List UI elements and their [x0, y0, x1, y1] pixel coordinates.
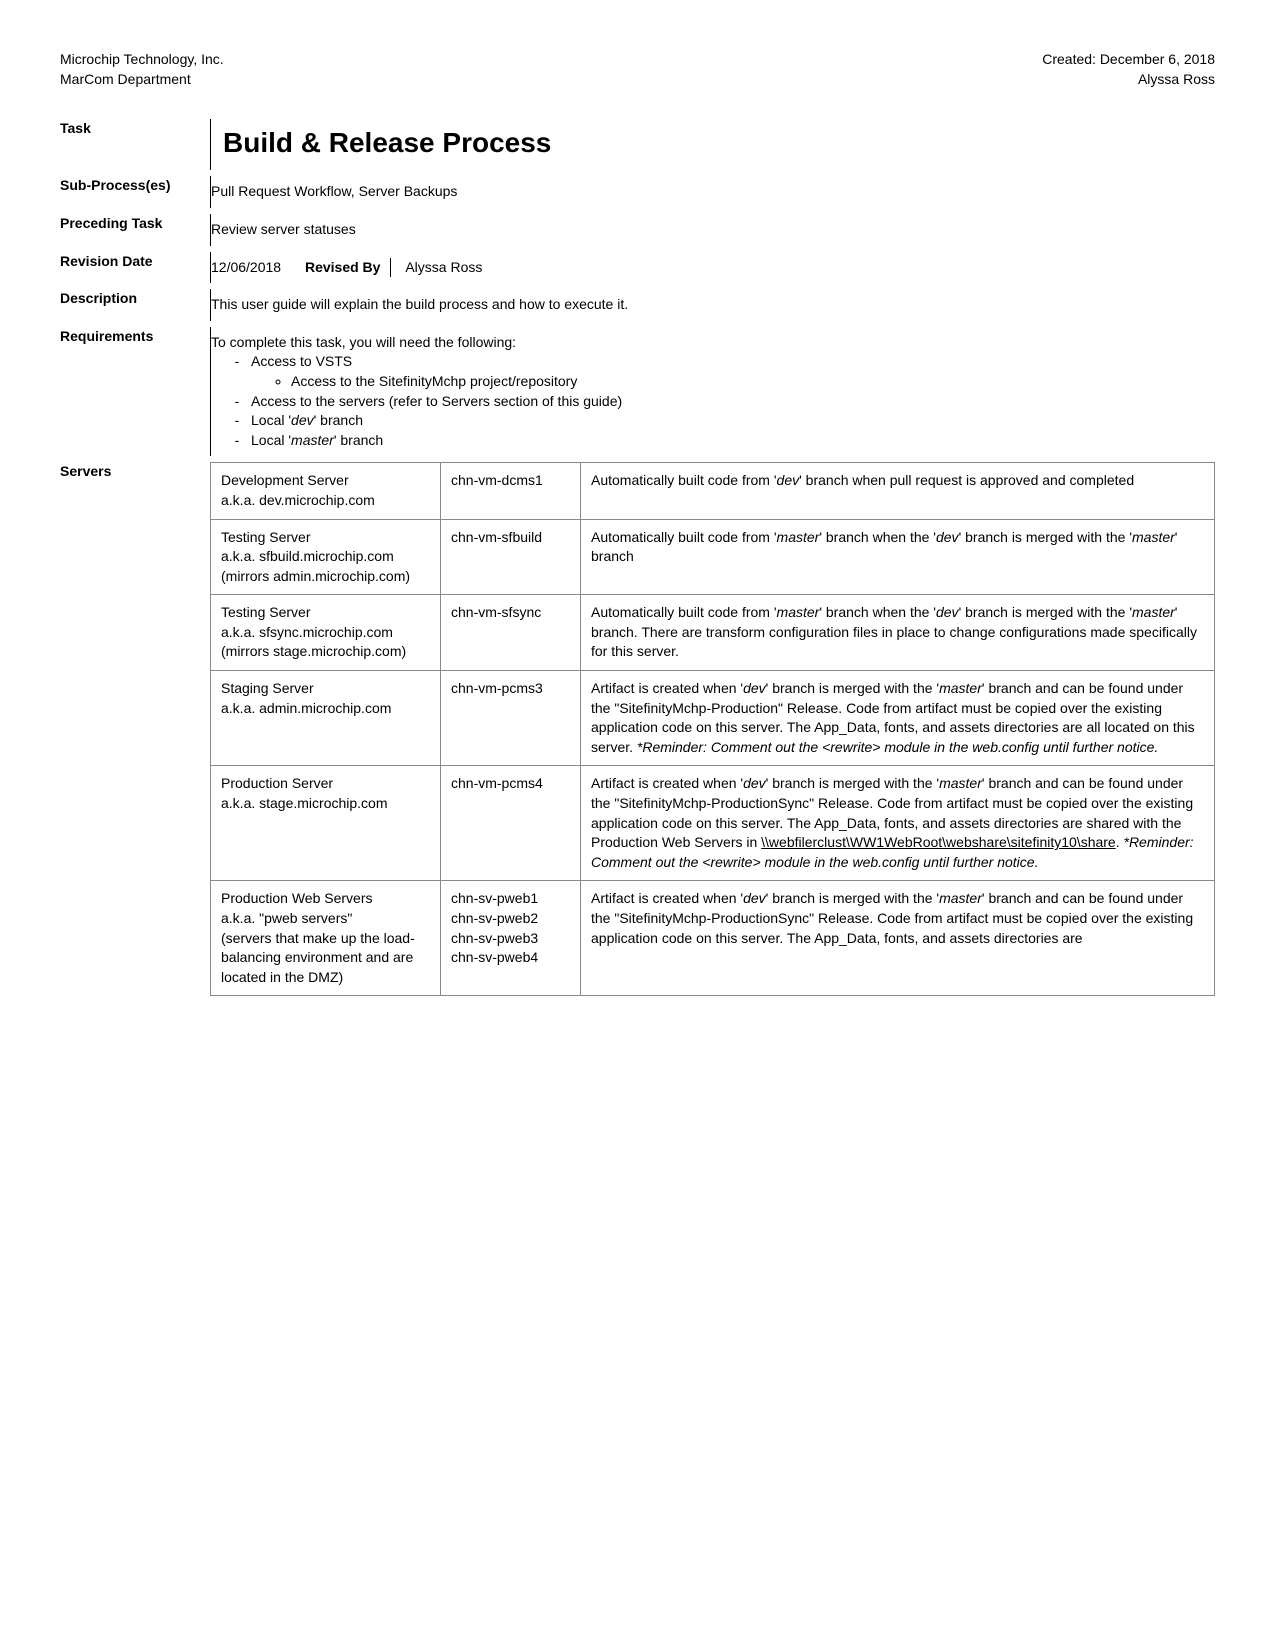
server-name-cell: Production Web Serversa.k.a. "pweb serve… — [211, 881, 441, 996]
req-item: Local 'dev' branch — [251, 411, 1215, 431]
req-item: Access to the servers (refer to Servers … — [251, 392, 1215, 412]
label-description: Description — [60, 289, 210, 309]
label-requirements: Requirements — [60, 327, 210, 347]
table-row: Production Servera.k.a. stage.microchip.… — [211, 766, 1215, 881]
server-desc-cell: Automatically built code from 'master' b… — [581, 595, 1215, 671]
server-name-cell: Testing Servera.k.a. sfbuild.microchip.c… — [211, 519, 441, 595]
server-desc-cell: Artifact is created when 'dev' branch is… — [581, 881, 1215, 996]
label-subprocess: Sub-Process(es) — [60, 176, 210, 196]
table-row: Testing Servera.k.a. sfbuild.microchip.c… — [211, 519, 1215, 595]
req-item: Local 'master' branch — [251, 431, 1215, 451]
table-row: Development Servera.k.a. dev.microchip.c… — [211, 463, 1215, 519]
label-preceding: Preceding Task — [60, 214, 210, 234]
table-row: Production Web Serversa.k.a. "pweb serve… — [211, 881, 1215, 996]
server-name-cell: Testing Servera.k.a. sfsync.microchip.co… — [211, 595, 441, 671]
label-task: Task — [60, 119, 210, 139]
subprocess-value: Pull Request Workflow, Server Backups — [210, 176, 1215, 208]
document-title: Build & Release Process — [223, 119, 1215, 170]
servers-table: Development Servera.k.a. dev.microchip.c… — [210, 462, 1215, 996]
row-revision: Revision Date 12/06/2018 Revised By Alys… — [60, 252, 1215, 284]
table-row: Testing Servera.k.a. sfsync.microchip.co… — [211, 595, 1215, 671]
row-description: Description This user guide will explain… — [60, 289, 1215, 321]
description-value: This user guide will explain the build p… — [210, 289, 1215, 321]
server-name-cell: Development Servera.k.a. dev.microchip.c… — [211, 463, 441, 519]
server-host-cell: chn-vm-pcms3 — [441, 671, 581, 766]
row-servers: Servers Development Servera.k.a. dev.mic… — [60, 462, 1215, 996]
server-host-cell: chn-vm-sfsync — [441, 595, 581, 671]
document-body: Task Build & Release Process Sub-Process… — [60, 119, 1215, 1002]
server-host-cell: chn-vm-dcms1 — [441, 463, 581, 519]
row-preceding: Preceding Task Review server statuses — [60, 214, 1215, 246]
server-name-cell: Staging Servera.k.a. admin.microchip.com — [211, 671, 441, 766]
row-requirements: Requirements To complete this task, you … — [60, 327, 1215, 457]
revised-by-value: Alyssa Ross — [405, 258, 482, 278]
server-desc-cell: Automatically built code from 'master' b… — [581, 519, 1215, 595]
label-revised-by: Revised By — [305, 258, 391, 278]
row-task: Task Build & Release Process — [60, 119, 1215, 170]
server-name-cell: Production Servera.k.a. stage.microchip.… — [211, 766, 441, 881]
company-name: Microchip Technology, Inc. — [60, 50, 224, 70]
row-subprocess: Sub-Process(es) Pull Request Workflow, S… — [60, 176, 1215, 208]
created-date: Created: December 6, 2018 — [1042, 50, 1215, 70]
server-desc-cell: Artifact is created when 'dev' branch is… — [581, 671, 1215, 766]
server-host-cell: chn-vm-sfbuild — [441, 519, 581, 595]
author-name: Alyssa Ross — [1042, 70, 1215, 90]
requirements-intro: To complete this task, you will need the… — [211, 333, 1215, 353]
department-name: MarCom Department — [60, 70, 224, 90]
header-right: Created: December 6, 2018 Alyssa Ross — [1042, 50, 1215, 89]
req-subitem: Access to the SitefinityMchp project/rep… — [291, 372, 1215, 392]
label-servers: Servers — [60, 462, 210, 482]
req-item: Access to VSTS Access to the SitefinityM… — [251, 352, 1215, 391]
document-header: Microchip Technology, Inc. MarCom Depart… — [60, 50, 1215, 89]
requirements-list: Access to VSTS Access to the SitefinityM… — [251, 352, 1215, 450]
server-desc-cell: Automatically built code from 'dev' bran… — [581, 463, 1215, 519]
revision-date-value: 12/06/2018 — [211, 258, 281, 278]
label-revision-date: Revision Date — [60, 252, 210, 272]
server-host-cell: chn-vm-pcms4 — [441, 766, 581, 881]
server-host-cell: chn-sv-pweb1chn-sv-pweb2chn-sv-pweb3chn-… — [441, 881, 581, 996]
server-desc-cell: Artifact is created when 'dev' branch is… — [581, 766, 1215, 881]
preceding-value: Review server statuses — [210, 214, 1215, 246]
table-row: Staging Servera.k.a. admin.microchip.com… — [211, 671, 1215, 766]
header-left: Microchip Technology, Inc. MarCom Depart… — [60, 50, 224, 89]
